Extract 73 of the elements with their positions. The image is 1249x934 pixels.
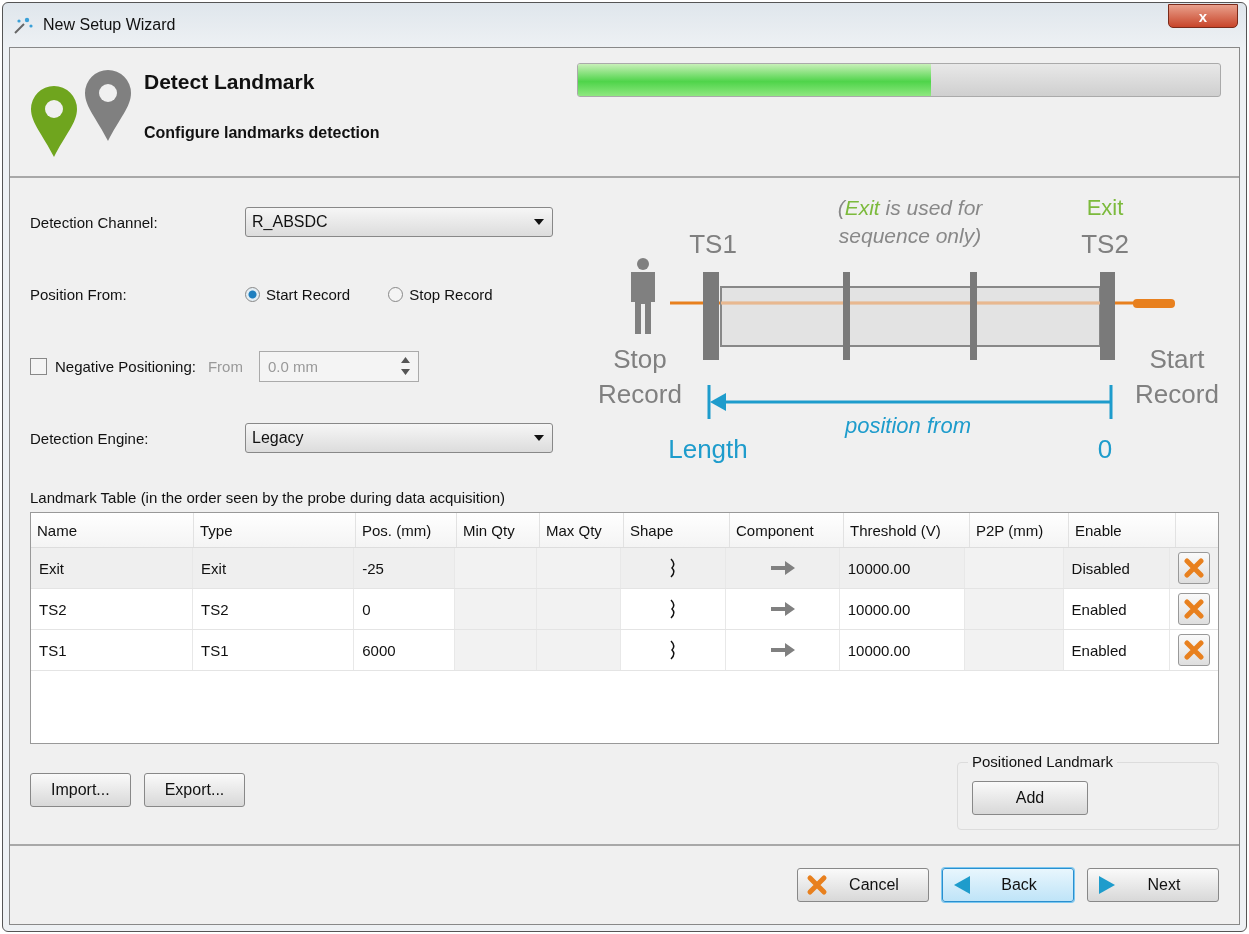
table-row[interactable]: Exit Exit -25 10000.00 Disabled — [31, 548, 1218, 589]
start-record-label: Start — [1149, 344, 1205, 374]
cancel-x-icon — [806, 874, 828, 896]
dropdown-arrow-icon — [534, 219, 544, 225]
add-button[interactable]: Add — [972, 781, 1088, 815]
table-cell: TS1 — [31, 630, 194, 670]
stop-record-label: Record — [598, 379, 682, 409]
table-cell: -25 — [354, 548, 455, 588]
delete-button[interactable] — [1178, 634, 1210, 666]
table-cell: TS1 — [193, 630, 355, 670]
table-cell: TS2 — [193, 589, 355, 629]
table-row[interactable]: TS2 TS2 0 10000.00 Enabled — [31, 589, 1218, 630]
field-label: Position From: — [30, 285, 128, 303]
column-header[interactable]: Enable — [1069, 513, 1176, 547]
ts2-label: TS2 — [1081, 229, 1129, 259]
delete-x-icon — [1184, 558, 1204, 578]
column-header[interactable]: Component — [730, 513, 844, 547]
field-label: Detection Channel: — [30, 213, 159, 231]
field-label: Detection Engine: — [30, 429, 150, 447]
column-header[interactable]: Type — [194, 513, 356, 547]
person-icon — [631, 258, 655, 334]
column-header[interactable]: Max Qty — [540, 513, 624, 547]
table-cell: Exit — [31, 548, 194, 588]
back-button[interactable]: Back — [942, 868, 1074, 902]
import-button[interactable]: Import... — [30, 773, 131, 807]
start-record-label: Record — [1135, 379, 1219, 409]
table-cell: Enabled — [1063, 589, 1170, 629]
cancel-button[interactable]: Cancel — [797, 868, 929, 902]
ts1-label: TS1 — [689, 229, 737, 259]
stop-record-label: Stop — [613, 344, 667, 374]
export-button[interactable]: Export... — [143, 773, 246, 807]
radio-label[interactable]: Stop Record — [409, 285, 493, 303]
column-header[interactable]: P2P (mm) — [970, 513, 1069, 547]
diagram-note: (Exit is used for — [837, 196, 983, 219]
column-header[interactable]: Shape — [624, 513, 730, 547]
radio-button[interactable] — [245, 286, 260, 302]
delete-x-icon — [1184, 599, 1204, 619]
zero-label: 0 — [1097, 434, 1113, 464]
table-cell: 0 — [354, 589, 455, 629]
group-title: Positioned Landmark — [968, 753, 1117, 770]
table-cell: TS2 — [31, 589, 194, 629]
column-header[interactable]: Threshold (V) — [844, 513, 970, 547]
radio-button[interactable] — [388, 286, 404, 302]
page-subtitle: Configure landmarks detection — [144, 124, 380, 142]
diagram-note: sequence only) — [838, 224, 982, 247]
delete-button[interactable] — [1178, 593, 1210, 625]
delete-button[interactable] — [1178, 552, 1210, 584]
table-title: Landmark Table (in the order seen by the probe during data acquisition) — [30, 489, 507, 506]
arrow-right-icon — [770, 642, 795, 658]
page-title: Detect Landmark — [144, 70, 316, 94]
engine-dropdown[interactable]: Legacy — [245, 423, 553, 453]
table-cell: Disabled — [1063, 548, 1170, 588]
delete-x-icon — [1184, 640, 1204, 660]
magic-wand-icon — [13, 15, 35, 35]
column-header[interactable]: Name — [31, 513, 194, 547]
column-header[interactable]: Pos. (mm) — [356, 513, 457, 547]
table-cell: 6000 — [354, 630, 455, 670]
exit-label: Exit — [1086, 195, 1124, 220]
arrow-right-icon — [770, 560, 795, 576]
channel-dropdown[interactable]: R_ABSDC — [245, 207, 553, 237]
from-label: From — [207, 357, 243, 375]
window-title: New Setup Wizard — [43, 16, 176, 34]
length-label: Length — [668, 434, 748, 464]
next-button[interactable]: Next — [1087, 868, 1219, 902]
table-row[interactable]: TS1 TS1 6000 10000.00 Enabled — [31, 630, 1218, 671]
column-header[interactable]: Min Qty — [457, 513, 540, 547]
table-cell: Exit — [193, 548, 355, 588]
table-cell: Enabled — [1063, 630, 1170, 670]
arrow-right-icon — [770, 601, 795, 617]
spin-arrows-icon — [400, 356, 410, 376]
radio-label[interactable]: Start Record — [266, 285, 351, 303]
arrow-label: position from — [845, 413, 971, 438]
dropdown-arrow-icon — [534, 435, 544, 441]
